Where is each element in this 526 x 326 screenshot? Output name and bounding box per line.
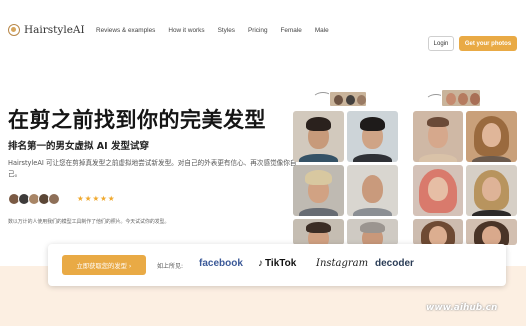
hairstyle-photo xyxy=(413,219,463,245)
hairstyle-photo xyxy=(466,165,517,216)
customer-avatars xyxy=(8,193,60,205)
hairstyle-photo xyxy=(413,165,463,216)
nav-menu: Reviews & examples How it works Styles P… xyxy=(96,0,329,60)
rating-stars: ★★★★★ xyxy=(77,194,116,203)
nav-item-pricing[interactable]: Pricing xyxy=(248,27,268,34)
nav-item-styles[interactable]: Styles xyxy=(218,27,235,34)
thumbnail-preview xyxy=(329,91,367,107)
tiktok-icon: ♪ xyxy=(258,258,263,269)
logo[interactable]: HairstyleAI xyxy=(8,24,85,36)
hero-subtitle: 排名第一的男女虚拟 AI 发型试穿 xyxy=(8,141,150,152)
get-photos-button[interactable]: Get your photos xyxy=(459,36,517,51)
hairstyle-photo xyxy=(347,219,398,245)
instagram-logo: Instagram xyxy=(316,258,369,269)
nav-item-how-it-works[interactable]: How it works xyxy=(168,27,204,34)
logo-text: HairstyleAI xyxy=(24,24,85,36)
seen-on-label: 如上所见: xyxy=(157,263,184,270)
hairstyle-photo xyxy=(347,111,398,162)
hairstyle-photo xyxy=(466,219,517,245)
get-hairstyle-button[interactable]: 立即获取您的发型 › xyxy=(62,255,146,275)
tiktok-logo: ♪ TikTok xyxy=(258,258,296,269)
hero-title: 在剪之前找到你的完美发型 xyxy=(8,108,266,132)
hairstyle-photo xyxy=(347,165,398,216)
hairstyle-photo xyxy=(293,219,344,245)
social-proof-text: 数以万计的人使用我们的模型工具制作了他们的照片。今天试试你的发型。 xyxy=(8,219,170,225)
hero-description: HairstyleAI 可让您在剪掉真发型之前虚拟地尝试新发型。对自己的外表更有… xyxy=(8,159,297,178)
hairstyle-photo xyxy=(293,111,344,162)
avatar xyxy=(48,193,60,205)
logo-icon xyxy=(8,24,20,36)
nav-item-female[interactable]: Female xyxy=(281,27,302,34)
page: HairstyleAI Reviews & examples How it wo… xyxy=(0,0,526,326)
decoder-logo: decoder xyxy=(375,258,414,269)
watermark: www.aihub.cn xyxy=(426,303,498,313)
thumbnail-preview xyxy=(441,89,481,107)
facebook-logo: facebook xyxy=(199,258,243,269)
hairstyle-photo xyxy=(466,111,517,162)
nav-item-male[interactable]: Male xyxy=(315,27,329,34)
login-button[interactable]: Login xyxy=(428,36,454,51)
hairstyle-photo xyxy=(413,111,463,162)
tiktok-label: TikTok xyxy=(265,258,297,269)
hairstyle-photo xyxy=(293,165,344,216)
nav-item-reviews[interactable]: Reviews & examples xyxy=(96,27,155,34)
